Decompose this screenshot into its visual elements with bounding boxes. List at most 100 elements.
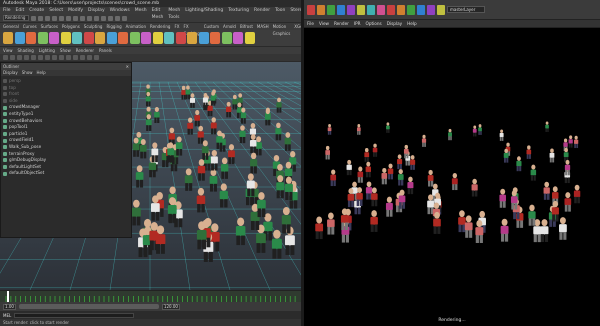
menu-file[interactable]: File: [3, 7, 11, 14]
shelf-tool-icon[interactable]: [37, 32, 48, 44]
lights-icon[interactable]: [73, 55, 78, 60]
menu-render[interactable]: Render: [254, 7, 270, 14]
shelf-tool-icon[interactable]: [26, 32, 36, 44]
menu-display[interactable]: Display: [88, 7, 105, 14]
film-gate-icon[interactable]: [38, 55, 43, 60]
outliner-item[interactable]: side: [3, 98, 131, 105]
shelf-tool-icon[interactable]: [118, 32, 128, 44]
range-end-field[interactable]: 120.00: [161, 303, 180, 310]
shelf-tool-icon[interactable]: [187, 32, 197, 44]
shelf-tab-arnold[interactable]: Arnold: [223, 23, 236, 30]
panel-menu-show[interactable]: Show: [60, 47, 71, 54]
shelf-tab-sculpting[interactable]: Sculpting: [84, 23, 103, 30]
wireframe-icon[interactable]: [52, 55, 57, 60]
outliner-item[interactable]: Walk_Sub_pose: [3, 144, 131, 151]
redo-icon[interactable]: [59, 15, 64, 21]
shelf-tab-bifrost[interactable]: Bifrost: [240, 23, 253, 30]
shelf-tool-icon[interactable]: [72, 32, 82, 44]
render-tool-icon[interactable]: [367, 4, 375, 15]
select-component-icon[interactable]: [80, 15, 85, 21]
outliner-item[interactable]: particle1: [3, 131, 131, 138]
command-input[interactable]: [14, 312, 135, 318]
select-object-icon[interactable]: [73, 15, 78, 21]
panel-menu-shading[interactable]: Shading: [18, 47, 34, 54]
shelf-tool-icon[interactable]: [60, 32, 71, 44]
render-tool-icon[interactable]: [387, 4, 395, 15]
shelf-tool-icon[interactable]: [210, 32, 220, 44]
panel-menu-panels[interactable]: Panels: [99, 47, 112, 54]
snap-point-icon[interactable]: [101, 15, 106, 21]
shelf-tab-surfaces[interactable]: Surfaces: [41, 23, 58, 30]
menu-mesh[interactable]: Mesh: [135, 7, 147, 14]
render-tool-icon[interactable]: [327, 4, 335, 15]
menu-lighting-shading[interactable]: Lighting/Shading: [185, 7, 223, 14]
render-tool-icon[interactable]: [397, 4, 405, 15]
shelf-tab-polygons[interactable]: Polygons: [62, 23, 80, 30]
shelf-tool-icon[interactable]: [244, 32, 255, 44]
shelf-tool-icon[interactable]: [164, 32, 174, 44]
shelf-tool-icon[interactable]: [233, 32, 243, 44]
bookmark-icon[interactable]: [17, 55, 22, 60]
outliner-item[interactable]: entityType1: [3, 111, 131, 118]
menuset-dropdown[interactable]: Rendering: [3, 15, 29, 21]
render-tool-icon[interactable]: [427, 4, 435, 15]
shelf-tool-icon[interactable]: [221, 32, 232, 44]
shelf-tab-mash[interactable]: MASH: [257, 23, 269, 30]
menu-edit[interactable]: Edit: [16, 7, 25, 14]
shelf-tab-rendering[interactable]: Rendering: [150, 23, 170, 30]
menu-edit-mesh[interactable]: Edit Mesh: [152, 7, 164, 20]
outliner-menu-display[interactable]: Display: [3, 70, 18, 76]
shelf-tool-icon[interactable]: [106, 32, 117, 44]
render-tool-icon[interactable]: [307, 4, 315, 15]
outliner-item[interactable]: crowdBehaviors: [3, 118, 131, 125]
save-scene-icon[interactable]: [45, 15, 50, 21]
shelf-tool-icon[interactable]: [3, 32, 13, 44]
render-tool-icon[interactable]: [377, 4, 385, 15]
command-language-label[interactable]: MEL: [3, 313, 11, 318]
panel-menu-view[interactable]: View: [3, 47, 13, 54]
shelf-tool-icon[interactable]: [83, 32, 94, 44]
new-scene-icon[interactable]: [31, 15, 36, 21]
open-scene-icon[interactable]: [38, 15, 43, 21]
isolate-select-icon[interactable]: [94, 55, 99, 60]
outliner-item[interactable]: crowdField1: [3, 137, 131, 144]
menu-select[interactable]: Select: [49, 7, 63, 14]
menu-create[interactable]: Create: [29, 7, 44, 14]
render-tool-icon[interactable]: [417, 4, 425, 15]
rv-menu-view[interactable]: View: [319, 20, 329, 27]
shelf-tab-motion-graphics[interactable]: Motion Graphics: [273, 23, 291, 36]
shelf-tab-animation[interactable]: Animation: [126, 23, 146, 30]
render-tool-icon[interactable]: [437, 4, 445, 15]
shelf-tab-custom[interactable]: Custom: [204, 23, 219, 30]
menu-mesh-tools[interactable]: Mesh Tools: [168, 7, 180, 20]
range-bar[interactable]: [18, 304, 159, 309]
render-tool-icon[interactable]: [317, 4, 325, 15]
render-frame-icon[interactable]: [108, 15, 113, 21]
panel-menu-renderer[interactable]: Renderer: [76, 47, 94, 54]
rv-menu-file[interactable]: File: [307, 20, 314, 27]
close-icon[interactable]: ✕: [126, 63, 129, 70]
outliner-item[interactable]: front: [3, 91, 131, 98]
shelf-tool-icon[interactable]: [95, 32, 105, 44]
textured-icon[interactable]: [66, 55, 71, 60]
shelf-tool-icon[interactable]: [129, 32, 140, 44]
outliner-item[interactable]: terrainProxy: [3, 151, 131, 158]
rv-menu-render[interactable]: Render: [334, 20, 349, 27]
menu-texturing[interactable]: Texturing: [228, 7, 249, 14]
panel-menu-lighting[interactable]: Lighting: [39, 47, 55, 54]
shelf-tool-icon[interactable]: [49, 32, 59, 44]
outliner-item[interactable]: defaultObjectSet: [3, 170, 131, 177]
menu-windows[interactable]: Windows: [110, 7, 130, 14]
shelf-tab-fx[interactable]: FX: [174, 23, 179, 30]
shelf-tab-xgen[interactable]: XGen: [294, 23, 301, 30]
camera-icon[interactable]: [3, 55, 8, 60]
shelf-tool-icon[interactable]: [152, 32, 163, 44]
shelf-tool-icon[interactable]: [198, 32, 209, 44]
rv-menu-help[interactable]: Help: [407, 20, 417, 27]
rv-menu-display[interactable]: Display: [387, 20, 402, 27]
lock-camera-icon[interactable]: [10, 55, 15, 60]
shelf-tool-icon[interactable]: [175, 32, 186, 44]
snap-grid-icon[interactable]: [87, 15, 92, 21]
smooth-shade-icon[interactable]: [59, 55, 64, 60]
shelf-tool-icon[interactable]: [14, 32, 25, 44]
